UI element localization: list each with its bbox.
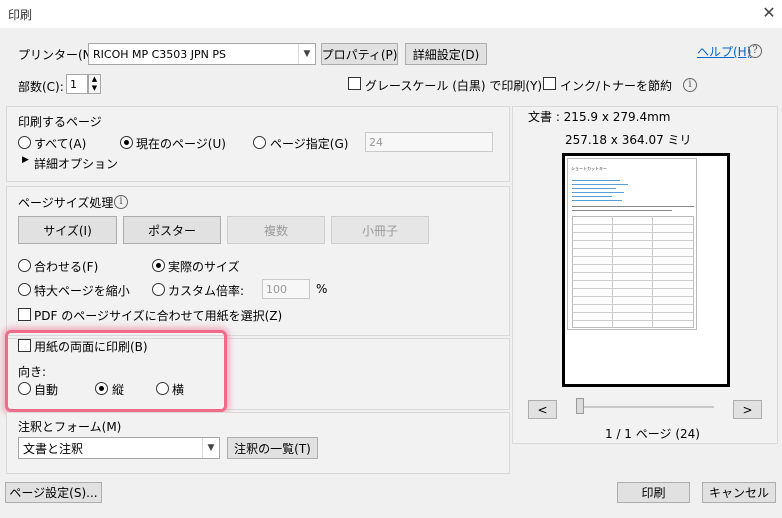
radio-custom-scale-label: カスタム倍率: [168, 284, 245, 298]
radio-actual-size[interactable] [152, 259, 165, 272]
properties-button[interactable]: プロパティ(P) [321, 43, 398, 65]
chevron-down-icon: ▼ [202, 438, 219, 458]
close-icon[interactable]: ✕ [758, 2, 780, 24]
choose-paper-label: PDF のページサイズに合わせて用紙を選択(Z) [34, 309, 283, 323]
page-range-input[interactable]: 24 [365, 132, 493, 152]
grayscale-label: グレースケール (白黒) で印刷(Y) [365, 79, 543, 93]
page-status: 1 / 1 ページ (24) [605, 427, 700, 441]
preview-text-line [572, 210, 672, 211]
prev-page-button[interactable]: < [528, 400, 557, 419]
save-ink-label: インク/トナーを節約 [560, 79, 673, 93]
radio-current-page[interactable] [120, 136, 133, 149]
preview-text-line [572, 206, 694, 207]
document-size: 文書 : 215.9 x 279.4mm [528, 110, 671, 124]
preview-table [572, 216, 694, 328]
radio-fit[interactable] [18, 259, 31, 272]
chevron-down-icon: ▼ [298, 44, 315, 64]
radio-custom-scale[interactable] [152, 283, 165, 296]
radio-portrait-label: 縦 [112, 383, 125, 397]
radio-auto[interactable] [18, 382, 31, 395]
title-bar: 印刷 ✕ [0, 0, 782, 28]
preview-doc-heading: ショートカットキー [571, 166, 607, 171]
preview-text-line [572, 200, 622, 201]
save-ink-checkbox[interactable] [543, 77, 556, 90]
help-icon[interactable]: ? [748, 44, 762, 58]
preview-table-divider [612, 216, 613, 328]
printer-select-value: RICOH MP C3503 JPN PS [93, 47, 227, 61]
info-icon[interactable]: i [114, 195, 128, 209]
preview-text-line [572, 184, 628, 185]
radio-shrink-oversized[interactable] [18, 283, 31, 296]
radio-landscape[interactable] [156, 382, 169, 395]
window-title: 印刷 [8, 8, 33, 22]
expand-triangle-icon[interactable]: ▶ [22, 155, 29, 165]
print-button[interactable]: 印刷 [617, 482, 690, 503]
duplex-checkbox[interactable] [18, 339, 31, 352]
custom-scale-input[interactable]: 100 [262, 279, 310, 299]
preview-text-line [572, 180, 620, 181]
radio-shrink-label: 特大ページを縮小 [34, 284, 130, 298]
copies-input[interactable]: 1 [66, 74, 88, 94]
radio-page-range[interactable] [253, 136, 266, 149]
tab-size[interactable]: サイズ(I) [18, 216, 117, 244]
tab-poster[interactable]: ポスター [123, 216, 221, 244]
radio-landscape-label: 横 [172, 383, 185, 397]
info-icon[interactable]: i [683, 78, 697, 92]
more-options-toggle[interactable]: 詳細オプション [34, 155, 118, 172]
radio-auto-label: 自動 [34, 383, 59, 397]
choose-paper-checkbox[interactable] [18, 308, 31, 321]
pages-heading: 印刷するページ [18, 115, 102, 129]
copies-label: 部数(C): [18, 80, 64, 94]
radio-portrait[interactable] [95, 382, 108, 395]
page-slider-track[interactable] [576, 406, 714, 408]
tab-booklet[interactable]: 小冊子 [331, 216, 429, 244]
preview-table-divider [652, 216, 653, 328]
copies-stepper[interactable]: ▲ ▼ [88, 74, 101, 94]
grayscale-checkbox[interactable] [348, 77, 361, 90]
duplex-label: 用紙の両面に印刷(B) [34, 340, 148, 354]
radio-all-label: すべて(A) [34, 137, 87, 151]
help-link[interactable]: ヘルプ(H) [697, 43, 751, 60]
page-slider-thumb[interactable] [576, 398, 584, 414]
page-sizing-heading: ページサイズ処理 [18, 196, 114, 210]
comments-select[interactable]: 文書と注釈 ▼ [18, 437, 220, 459]
percent-label: % [316, 282, 328, 296]
paper-size: 257.18 x 364.07 ミリ [565, 133, 692, 147]
comments-select-value: 文書と注釈 [23, 441, 84, 456]
radio-fit-label: 合わせる(F) [34, 260, 99, 274]
radio-current-label: 現在のページ(U) [136, 137, 226, 151]
page-setup-button[interactable]: ページ設定(S)... [5, 482, 102, 503]
preview-text-line [572, 192, 624, 193]
comments-heading: 注釈とフォーム(M) [18, 420, 122, 434]
radio-range-label: ページ指定(G) [270, 137, 349, 151]
cancel-button[interactable]: キャンセル [702, 482, 776, 503]
summarize-comments-button[interactable]: 注釈の一覧(T) [227, 437, 318, 459]
preview-text-line [572, 188, 616, 189]
orientation-label: 向き: [18, 365, 47, 379]
next-page-button[interactable]: > [733, 400, 762, 419]
radio-actual-size-label: 実際のサイズ [168, 260, 240, 274]
tab-multiple[interactable]: 複数 [227, 216, 325, 244]
printer-select[interactable]: RICOH MP C3503 JPN PS ▼ [88, 43, 316, 65]
advanced-button[interactable]: 詳細設定(D) [405, 43, 487, 65]
radio-all[interactable] [18, 136, 31, 149]
preview-text-line [572, 196, 612, 197]
